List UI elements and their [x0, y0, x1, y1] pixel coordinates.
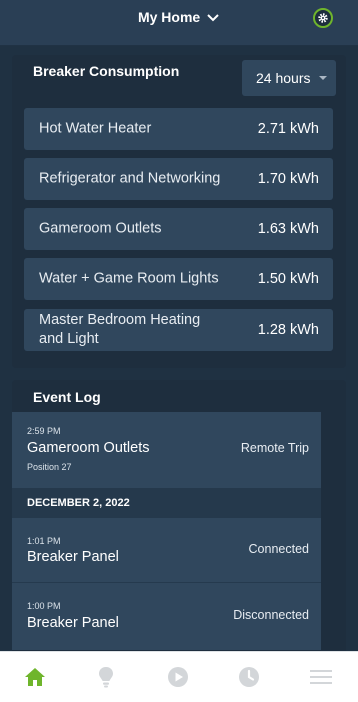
event-item[interactable]: 1:00 PM Breaker Panel Disconnected — [12, 583, 321, 650]
event-item[interactable]: 1:01 PM Breaker Panel Connected — [12, 518, 321, 582]
breaker-kwh: 2.71 kWh — [257, 121, 319, 137]
date-header-label: DECEMBER 2, 2022 — [27, 497, 130, 509]
breaker-kwh: 1.63 kWh — [257, 221, 319, 237]
home-icon — [23, 666, 47, 688]
breaker-name: Water + Game Room Lights — [39, 270, 219, 287]
breaker-consumption-title: Breaker Consumption — [33, 63, 180, 79]
gear-icon — [317, 12, 329, 24]
breaker-row[interactable]: Refrigerator and Networking 1.70 kWh — [24, 158, 333, 200]
breaker-row[interactable]: Hot Water Heater 2.71 kWh — [24, 108, 333, 150]
lightbulb-icon — [97, 665, 115, 689]
event-item[interactable]: 2:59 PM Gameroom Outlets Position 27 Rem… — [12, 412, 321, 488]
breaker-name: Gameroom Outlets — [39, 220, 162, 237]
bottom-tab-bar — [0, 651, 358, 702]
breaker-kwh: 1.50 kWh — [257, 271, 319, 287]
tab-lights[interactable] — [91, 664, 121, 690]
tab-scenes[interactable] — [163, 664, 193, 690]
clock-icon — [237, 665, 261, 689]
event-log-title: Event Log — [33, 389, 101, 405]
time-range-select[interactable]: 24 hours — [242, 60, 336, 96]
event-log-list[interactable]: 2:59 PM Gameroom Outlets Position 27 Rem… — [12, 412, 321, 650]
home-title-label: My Home — [137, 9, 201, 25]
breaker-row[interactable]: Gameroom Outlets 1.63 kWh — [24, 208, 333, 250]
tab-history[interactable] — [234, 664, 264, 690]
time-range-value: 24 hours — [256, 70, 311, 86]
play-icon — [166, 665, 190, 689]
breaker-name: Hot Water Heater — [39, 120, 152, 137]
event-name: Breaker Panel — [27, 549, 119, 565]
event-name: Breaker Panel — [27, 615, 119, 631]
caret-down-icon — [319, 76, 327, 80]
event-time: 1:01 PM — [27, 536, 61, 546]
menu-icon — [309, 667, 333, 687]
date-header: DECEMBER 2, 2022 — [12, 488, 321, 518]
breaker-kwh: 1.28 kWh — [257, 322, 319, 338]
event-status: Remote Trip — [240, 441, 309, 455]
home-selector[interactable]: My Home — [0, 9, 358, 27]
settings-button[interactable] — [313, 8, 333, 28]
event-name: Gameroom Outlets — [27, 440, 150, 456]
chevron-down-icon — [206, 11, 220, 27]
breaker-kwh: 1.70 kWh — [257, 171, 319, 187]
breaker-name: Refrigerator and Networking — [39, 170, 221, 187]
tab-menu[interactable] — [306, 664, 336, 690]
breaker-name: Master Bedroom Heating and Light — [39, 312, 201, 347]
event-time: 1:00 PM — [27, 601, 61, 611]
event-position: Position 27 — [27, 462, 72, 472]
app-header: My Home — [0, 0, 358, 46]
tab-home[interactable] — [20, 664, 50, 690]
event-time: 2:59 PM — [27, 426, 61, 436]
breaker-consumption-card: Breaker Consumption 24 hours Hot Water H… — [12, 55, 346, 368]
event-status: Connected — [248, 542, 309, 556]
breaker-row[interactable]: Master Bedroom Heating and Light 1.28 kW… — [24, 309, 333, 351]
event-status: Disconnected — [233, 608, 309, 622]
breaker-row[interactable]: Water + Game Room Lights 1.50 kWh — [24, 258, 333, 300]
